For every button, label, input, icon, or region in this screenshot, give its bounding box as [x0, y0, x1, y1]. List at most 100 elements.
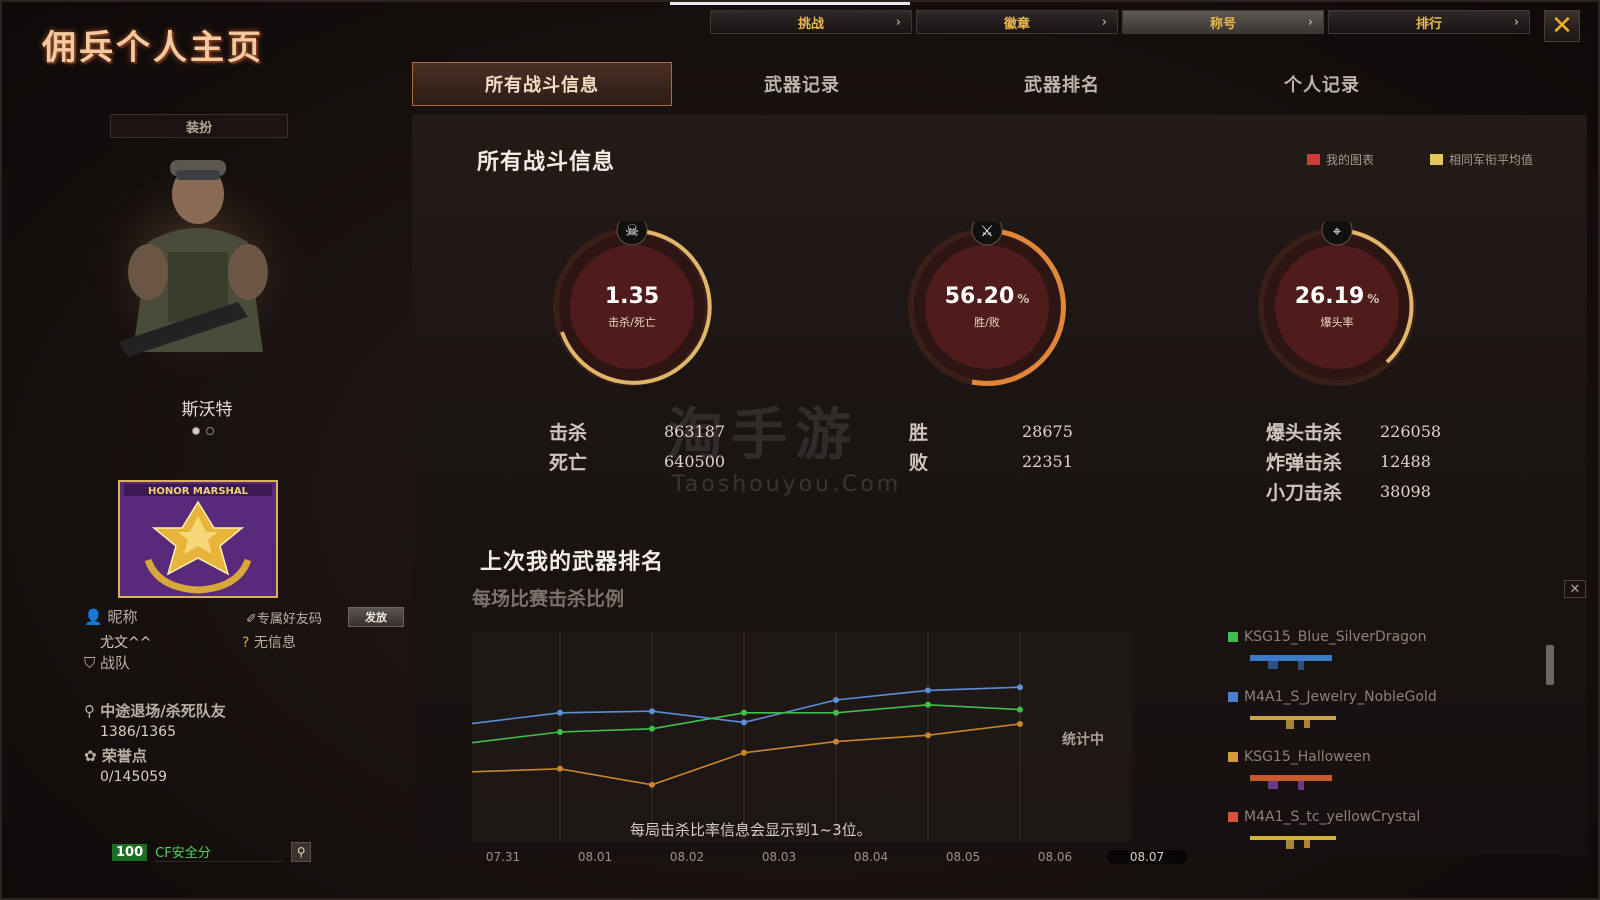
weapon-name: KSG15_Halloween [1244, 749, 1371, 765]
nickname-label-text: 昵称 [107, 608, 138, 626]
kill-ratio-chart [472, 632, 1132, 842]
weapon-item[interactable]: M4A1_S_Jewelry_NobleGold [1228, 689, 1437, 749]
rifle-icon: ⌖ [1333, 222, 1342, 240]
pager-dot[interactable] [206, 427, 214, 435]
data-point[interactable] [925, 732, 931, 739]
date-tick[interactable]: 08.05 [917, 850, 1009, 864]
data-point[interactable] [741, 749, 747, 756]
chart-bg [472, 632, 1132, 842]
weapon-name: KSG15_Blue_SilverDragon [1244, 629, 1427, 645]
weapon-name-row: M4A1_S_Jewelry_NobleGold [1228, 689, 1437, 705]
top-nav: 挑战 › 徽章 › 称号 › 排行 › [710, 10, 1530, 34]
tab-weapon-records[interactable]: 武器记录 [672, 62, 932, 106]
weapon-item[interactable]: M4A1_S_tc_yellowCrystal [1228, 809, 1437, 869]
data-point[interactable] [649, 725, 655, 732]
data-point[interactable] [1017, 706, 1023, 713]
rifle-icon [1250, 836, 1336, 849]
search-icon[interactable]: ⚲ [291, 842, 312, 862]
data-point[interactable] [925, 701, 931, 708]
weapon-item[interactable]: KSG15_Halloween [1228, 749, 1437, 809]
bomb-kill-value: 12488 [1380, 452, 1431, 471]
nav-ranking-button[interactable]: 排行 › [1328, 10, 1530, 34]
date-tick[interactable]: 08.06 [1009, 850, 1101, 864]
legend-swatch [1307, 154, 1320, 165]
safety-score-label: CF安全分 [155, 842, 284, 862]
close-icon[interactable]: ✕ [1544, 10, 1580, 42]
data-point[interactable] [741, 719, 747, 726]
date-tick[interactable]: 08.04 [825, 850, 917, 864]
date-tick[interactable]: 08.01 [549, 850, 641, 864]
nav-challenge-button[interactable]: 挑战 › [710, 10, 912, 34]
data-point[interactable] [557, 709, 563, 716]
rank-badge: HONOR MARSHAL [118, 480, 278, 598]
knife-kill-value: 38098 [1380, 482, 1431, 501]
tab-all-battle-info[interactable]: 所有战斗信息 [412, 62, 672, 106]
tab-personal-records[interactable]: 个人记录 [1192, 62, 1452, 106]
tab-bar: 所有战斗信息 武器记录 武器排名 个人记录 [412, 62, 1452, 106]
legend-mine-label: 我的图表 [1326, 153, 1375, 167]
pager-dot[interactable] [192, 427, 200, 435]
chevron-right-icon: › [1513, 14, 1519, 30]
top-strip [670, 2, 910, 5]
footer-note: 每局击杀比率信息会显示到1~3位。 [630, 821, 872, 839]
data-point[interactable] [833, 709, 839, 716]
friend-code-label: ✐专属好友码 [246, 608, 322, 627]
headshot-unit: % [1367, 292, 1380, 306]
data-point[interactable] [649, 708, 655, 715]
character-pager[interactable] [192, 427, 214, 435]
nav-label: 称号 [1209, 16, 1236, 32]
color-swatch [1228, 812, 1238, 822]
data-point[interactable] [1017, 721, 1023, 727]
nav-badge-button[interactable]: 徽章 › [916, 10, 1118, 34]
nav-label: 排行 [1415, 16, 1442, 32]
lose-value: 22351 [1022, 452, 1073, 471]
skull-icon: ☠ [625, 222, 639, 240]
data-point[interactable] [557, 765, 563, 772]
tag-icon: ✐ [246, 612, 257, 627]
data-point[interactable] [557, 729, 563, 735]
weapon-item[interactable]: KSG15_Blue_SilverDragon [1228, 629, 1437, 689]
weapon-name-row: KSG15_Blue_SilverDragon [1228, 629, 1437, 645]
send-friend-code-button[interactable]: 发放 [348, 607, 404, 627]
dress-up-button[interactable]: 装扮 [110, 114, 288, 138]
nav-title-button[interactable]: 称号 › [1122, 10, 1324, 34]
safety-score: 100 CF安全分 ⚲ [112, 842, 312, 862]
running-icon: ⚲ [84, 702, 95, 720]
close-icon[interactable]: ✕ [1564, 580, 1586, 598]
character-name: 斯沃特 [181, 400, 233, 420]
nav-label: 徽章 [1003, 16, 1030, 32]
color-swatch [1228, 752, 1238, 762]
date-tick[interactable]: 08.02 [641, 850, 733, 864]
weapon-ranking-list: KSG15_Blue_SilverDragon M4A1_S_Jewelry_N… [1228, 629, 1437, 869]
date-tick[interactable]: 07.31 [457, 850, 549, 864]
date-tick[interactable]: 08.03 [733, 850, 825, 864]
app-window: 佣兵个人主页 挑战 › 徽章 › 称号 › 排行 › ✕ 所有战斗信息 武器记录 武器排… [0, 0, 1600, 900]
honor-points-label: ✿ 荣誉点 [84, 745, 147, 766]
honor-label-text: 荣誉点 [101, 747, 147, 765]
win-rate-number: 56.20 [944, 284, 1015, 309]
watermark-url: Taoshouyou.Com [672, 472, 902, 497]
ranking-subtitle: 每场比赛击杀比例 [472, 588, 625, 610]
scrollbar-thumb[interactable] [1546, 645, 1554, 685]
kd-label: 击杀/死亡 [608, 316, 656, 329]
tab-weapon-ranking[interactable]: 武器排名 [932, 62, 1192, 106]
date-tick-selected[interactable]: 08.07 [1107, 850, 1187, 864]
data-point[interactable] [741, 709, 747, 716]
ranking-title: 上次我的武器排名 [480, 550, 665, 575]
headshot-kill-label: 爆头击杀 [1266, 422, 1343, 444]
data-point[interactable] [1017, 684, 1023, 691]
laurel-icon: ✿ [84, 747, 97, 765]
data-point[interactable] [649, 781, 655, 788]
data-point[interactable] [833, 697, 839, 703]
stat-pending-note: 统计中 [1062, 732, 1104, 748]
no-info-text: ? 无信息 [242, 632, 296, 652]
kd-gauge: ☠ 1.35 击杀/死亡 [547, 214, 717, 392]
rifle-icon [1250, 716, 1336, 729]
data-point[interactable] [833, 738, 839, 745]
legend-average: 相同军衔平均值 [1430, 151, 1533, 168]
data-point[interactable] [925, 687, 931, 694]
page-title: 佣兵个人主页 [42, 28, 264, 68]
headshot-label: 爆头率 [1320, 316, 1354, 329]
quit-kill-label-text: 中途退场/杀死队友 [100, 702, 226, 720]
win-rate-label: 胜/败 [974, 316, 1000, 329]
